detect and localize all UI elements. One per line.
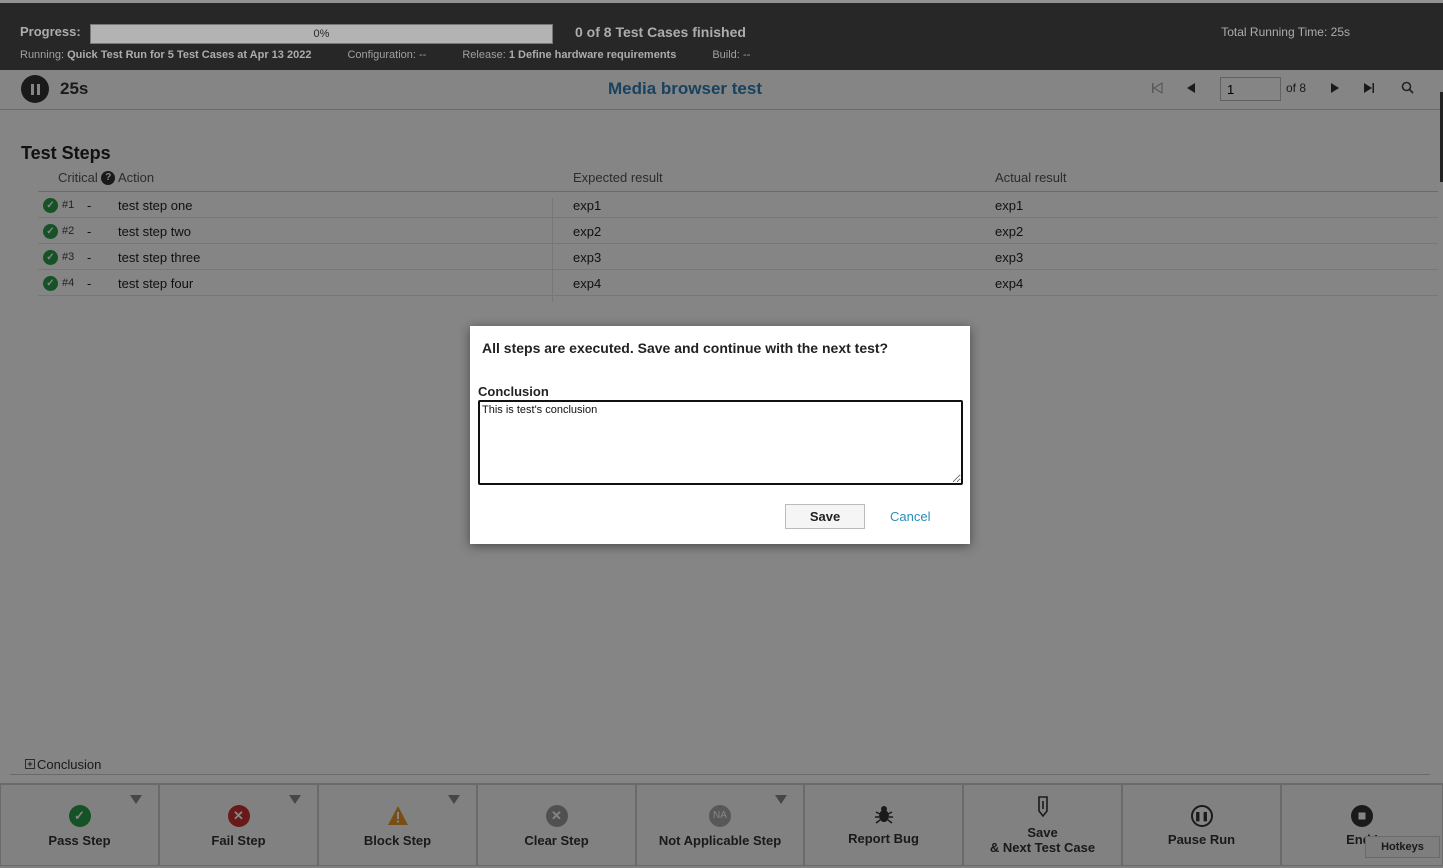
conclusion-textarea[interactable] xyxy=(478,400,963,485)
dialog-conclusion-label: Conclusion xyxy=(478,384,549,399)
cancel-link[interactable]: Cancel xyxy=(890,509,930,524)
header-dim-overlay xyxy=(0,0,1443,70)
dialog-message: All steps are executed. Save and continu… xyxy=(482,340,889,356)
save-button[interactable]: Save xyxy=(785,504,865,529)
save-continue-dialog: All steps are executed. Save and continu… xyxy=(470,326,970,544)
